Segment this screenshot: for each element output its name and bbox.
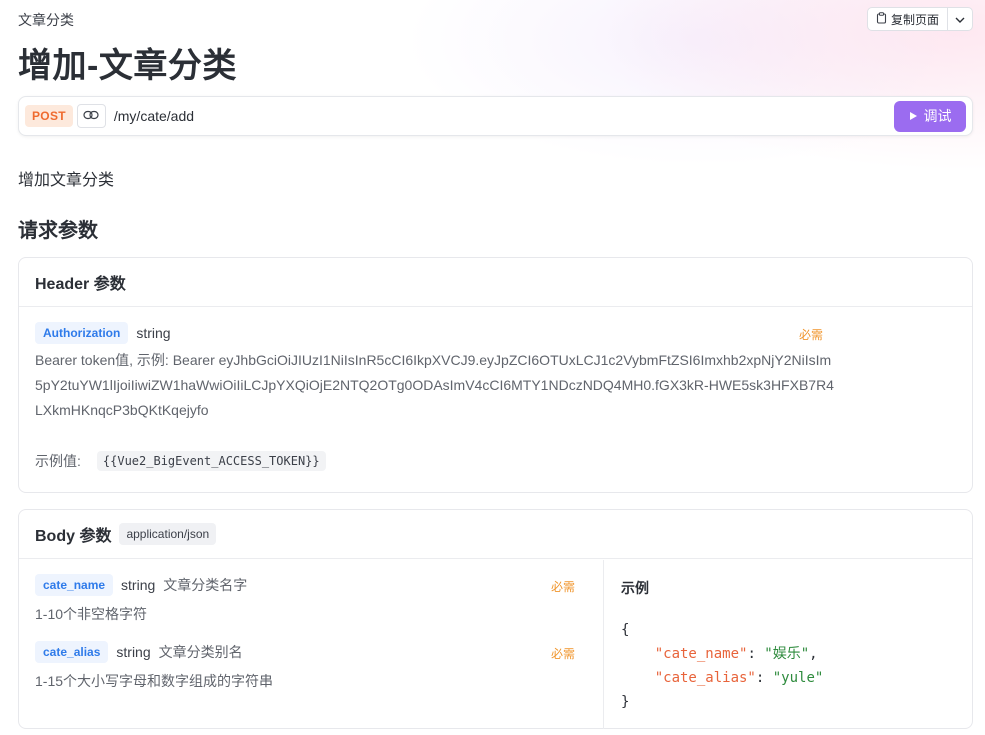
param-title: 文章分类别名 <box>158 644 243 660</box>
param-name: cate_alias <box>35 641 109 663</box>
clipboard-icon <box>876 11 887 27</box>
json-brace-open: { <box>621 622 630 638</box>
example-json[interactable]: { "cate_name": "娱乐", "cate_alias": "yule… <box>621 618 823 714</box>
debug-label: 调试 <box>923 108 952 124</box>
required-badge: 必需 <box>551 580 576 594</box>
json-separator: : <box>747 646 765 662</box>
copy-options-dropdown[interactable] <box>948 8 972 30</box>
param-description: Bearer token值, 示例: Bearer eyJhbGciOiJIUz… <box>35 352 834 418</box>
param-row: cate_alias string 文章分类别名 <box>35 641 243 663</box>
example-value[interactable]: {{Vue2_BigEvent_ACCESS_TOKEN}} <box>96 451 326 471</box>
param-name: cate_name <box>35 574 114 596</box>
breadcrumb[interactable]: 文章分类 <box>18 10 74 30</box>
param-name: Authorization <box>35 322 129 344</box>
param-row: cate_name string 文章分类名字 <box>35 574 247 596</box>
play-icon <box>909 108 918 124</box>
body-params-list: cate_name string 文章分类名字 必需 1-10个非空格字符 ca… <box>19 560 604 729</box>
request-url-bar: POST /my/cate/add 调试 <box>18 96 973 136</box>
body-params-card: Body 参数 application/json cate_name strin… <box>18 509 973 729</box>
debug-button[interactable]: 调试 <box>894 100 966 132</box>
param-type: string <box>121 577 156 593</box>
header-params-card: Header 参数 Authorization string 必需 Bearer… <box>18 257 973 493</box>
chevron-down-icon <box>955 10 965 28</box>
param-title: 文章分类名字 <box>163 577 248 593</box>
link-icon <box>83 107 99 125</box>
param-row: Authorization string <box>35 322 825 344</box>
json-separator: : <box>755 670 773 686</box>
json-key: "cate_name" <box>654 646 748 662</box>
json-value: "yule" <box>772 670 824 686</box>
json-value: "娱乐" <box>764 646 810 662</box>
copy-link-button[interactable] <box>76 104 106 128</box>
param-description: 1-10个非空格字符 <box>35 606 148 622</box>
copy-page-group: 复制页面 <box>866 7 973 31</box>
api-description: 增加文章分类 <box>18 172 115 189</box>
copy-page-label: 复制页面 <box>890 12 939 27</box>
example-label: 示例值: <box>35 453 81 469</box>
section-title: 请求参数 <box>18 220 98 242</box>
json-brace-close: } <box>621 694 630 710</box>
header-params-header: Header 参数 <box>19 258 972 307</box>
body-params-title: Body 参数 <box>35 528 112 545</box>
required-badge: 必需 <box>551 647 576 661</box>
json-key: "cate_alias" <box>654 670 756 686</box>
example-panel: 示例 { "cate_name": "娱乐", "cate_alias": "y… <box>605 560 972 729</box>
header-params-title: Header 参数 <box>35 276 126 293</box>
http-method-badge: POST <box>25 105 73 127</box>
json-comma: , <box>809 646 818 662</box>
body-params-header: Body 参数 application/json <box>19 510 972 559</box>
copy-page-button[interactable]: 复制页面 <box>868 8 948 30</box>
page-title: 增加-文章分类 <box>18 47 237 85</box>
param-description: 1-15个大小写字母和数字组成的字符串 <box>35 673 274 689</box>
param-type: string <box>136 325 171 341</box>
example-title: 示例 <box>621 580 649 596</box>
request-path[interactable]: /my/cate/add <box>114 108 194 124</box>
param-type: string <box>116 644 151 660</box>
content-type-badge: application/json <box>119 523 217 545</box>
param-example: 示例值: {{Vue2_BigEvent_ACCESS_TOKEN}} <box>35 451 326 471</box>
required-badge: 必需 <box>799 328 824 342</box>
